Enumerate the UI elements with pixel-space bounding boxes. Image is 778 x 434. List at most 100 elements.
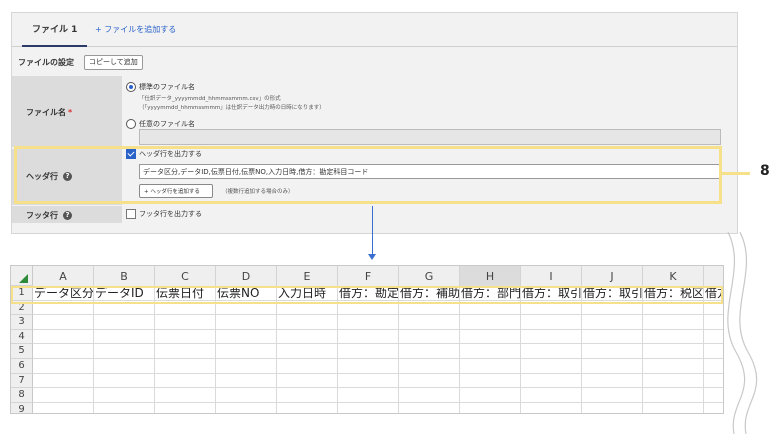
sheet-cell[interactable] [94,359,155,374]
sheet-cell[interactable] [94,315,155,330]
sheet-cell[interactable] [338,388,399,403]
sheet-cell[interactable]: 借方：補助科目 [399,286,460,301]
sheet-cell[interactable] [521,402,582,413]
sheet-cell[interactable] [399,402,460,413]
sheet-cell[interactable] [277,315,338,330]
sheet-cell[interactable]: データ区分 [33,286,94,301]
sheet-cell[interactable] [33,359,94,374]
column-header[interactable]: E [277,266,338,286]
sheet-cell[interactable] [277,359,338,374]
sheet-cell[interactable] [460,344,521,359]
sheet-cell[interactable] [33,373,94,389]
standard-filename-radio[interactable] [126,82,136,92]
sheet-cell[interactable] [33,388,94,403]
sheet-cell[interactable] [460,329,521,345]
row-header[interactable]: 4 [11,329,33,345]
sheet-cell[interactable] [582,300,643,316]
sheet-cell[interactable] [582,329,643,345]
sheet-cell[interactable] [460,359,521,374]
sheet-cell[interactable] [216,329,277,345]
sheet-cell[interactable] [277,373,338,389]
sheet-cell[interactable] [643,329,704,345]
sheet-cell[interactable] [338,402,399,413]
sheet-cell[interactable] [33,329,94,345]
sheet-cell[interactable] [216,373,277,389]
sheet-cell[interactable] [399,373,460,389]
sheet-cell[interactable] [399,388,460,403]
sheet-cell[interactable] [155,344,216,359]
column-header[interactable]: H [460,266,521,286]
sheet-cell[interactable] [643,344,704,359]
sheet-cell[interactable] [155,373,216,389]
sheet-cell[interactable] [460,373,521,389]
sheet-cell[interactable] [216,388,277,403]
column-header[interactable]: I [521,266,582,286]
sheet-cell[interactable] [460,388,521,403]
sheet-cell[interactable] [521,373,582,389]
sheet-cell[interactable] [33,300,94,316]
sheet-cell[interactable]: 伝票日付 [155,286,216,301]
row-header[interactable]: 5 [11,344,33,359]
sheet-cell[interactable] [460,315,521,330]
sheet-cell[interactable]: 借方：税区分 [643,286,704,301]
sheet-cell[interactable] [216,359,277,374]
sheet-cell[interactable] [216,402,277,413]
footer-row-help-icon[interactable]: ? [63,211,72,220]
sheet-cell[interactable] [94,388,155,403]
sheet-cell[interactable] [338,359,399,374]
sheet-cell[interactable] [582,344,643,359]
sheet-cell[interactable] [399,329,460,345]
sheet-cell[interactable]: 借方：勘定科目 [338,286,399,301]
sheet-cell[interactable] [338,315,399,330]
row-header[interactable]: 2 [11,300,33,316]
copy-and-add-button[interactable]: コピーして追加 [84,55,143,70]
sheet-cell[interactable] [643,402,704,413]
sheet-cell[interactable]: 入力日時 [277,286,338,301]
sheet-cell[interactable] [338,373,399,389]
sheet-cell[interactable] [94,402,155,413]
sheet-cell[interactable] [582,315,643,330]
sheet-cell[interactable] [399,344,460,359]
sheet-cell[interactable] [643,359,704,374]
add-file-tab[interactable]: + ファイルを追加する [95,13,176,45]
column-header[interactable]: C [155,266,216,286]
sheet-cell[interactable] [155,388,216,403]
sheet-cell[interactable] [399,300,460,316]
sheet-cell[interactable] [277,388,338,403]
sheet-cell[interactable] [277,329,338,345]
sheet-cell[interactable] [155,359,216,374]
sheet-cell[interactable]: 借方：部門 [460,286,521,301]
sheet-cell[interactable] [399,359,460,374]
custom-filename-radio[interactable] [126,119,136,129]
row-header[interactable]: 9 [11,402,33,413]
sheet-cell[interactable] [338,300,399,316]
sheet-cell[interactable] [460,300,521,316]
sheet-cell[interactable] [277,300,338,316]
sheet-cell[interactable] [94,344,155,359]
sheet-cell[interactable] [643,315,704,330]
sheet-cell[interactable] [643,300,704,316]
column-header[interactable]: A [33,266,94,286]
sheet-cell[interactable] [94,329,155,345]
sheet-cell[interactable] [582,388,643,403]
sheet-cell[interactable] [216,344,277,359]
sheet-cell[interactable] [94,300,155,316]
tab-file-1[interactable]: ファイル 1 [22,13,88,47]
sheet-cell[interactable] [277,402,338,413]
sheet-cell[interactable] [521,388,582,403]
sheet-cell[interactable] [521,344,582,359]
sheet-cell[interactable] [33,402,94,413]
sheet-cell[interactable] [155,315,216,330]
sheet-cell[interactable] [277,344,338,359]
sheet-cell[interactable] [582,359,643,374]
sheet-cell[interactable] [582,402,643,413]
sheet-cell[interactable] [216,300,277,316]
sheet-cell[interactable] [399,315,460,330]
sheet-cell[interactable] [643,373,704,389]
column-header[interactable]: B [94,266,155,286]
custom-filename-input[interactable] [139,129,721,145]
sheet-cell[interactable] [338,329,399,345]
sheet-cell[interactable]: 借方：取引先 [521,286,582,301]
sheet-cell[interactable] [33,315,94,330]
column-header[interactable]: J [582,266,643,286]
